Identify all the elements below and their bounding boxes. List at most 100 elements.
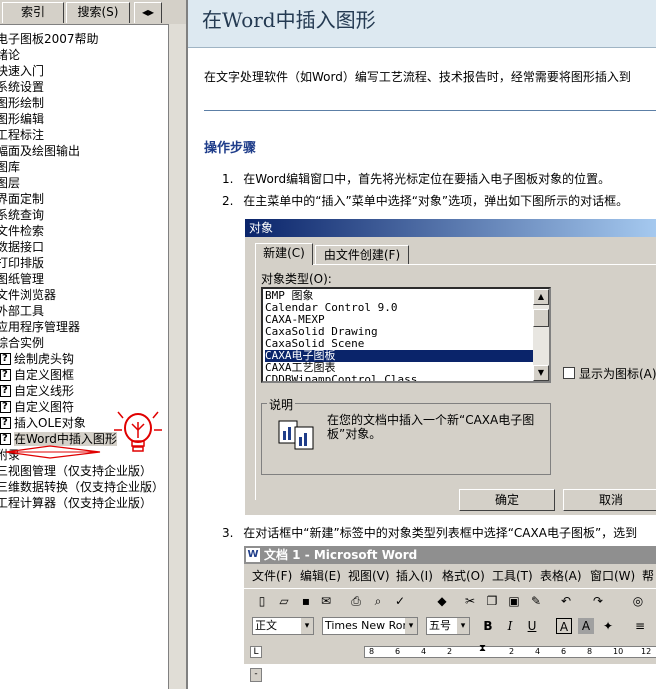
tree-item[interactable]: 应用程序管理器 [0, 319, 80, 335]
scroll-up-icon[interactable]: ▲ [533, 289, 549, 305]
object-type-item[interactable]: CAXA工艺图表 [265, 362, 336, 374]
tree-item[interactable]: 插入OLE对象 [0, 415, 86, 431]
copy-icon[interactable]: ❐ [484, 593, 500, 609]
ok-button[interactable]: 确定 [459, 489, 555, 511]
char-border-button[interactable]: A [556, 618, 572, 634]
research-icon[interactable]: ◆ [434, 593, 450, 609]
open-icon[interactable]: ▱ [276, 593, 292, 609]
align-icon[interactable]: ≡ [632, 618, 648, 634]
tree-item[interactable]: 文件检索 [0, 223, 44, 239]
tree-item-label: 图库 [0, 160, 21, 174]
step-number: 1. [222, 172, 234, 186]
menu-item[interactable]: 视图(V) [348, 566, 390, 586]
tab-new[interactable]: 新建(C) [255, 243, 313, 265]
print-icon[interactable]: ⎙ [348, 593, 364, 609]
menu-item[interactable]: 表格(A) [540, 566, 582, 586]
help-topic-icon [0, 383, 11, 399]
tree-scrollbar[interactable] [168, 24, 186, 689]
tree-item[interactable]: 三维数据转换（仅支持企业版） [0, 479, 164, 495]
menu-item[interactable]: 工具(T) [492, 566, 533, 586]
list-scrollbar[interactable]: ▲ ▼ [533, 289, 549, 381]
email-icon[interactable]: ✉ [318, 593, 334, 609]
object-type-item[interactable]: BMP 图象 [265, 290, 314, 302]
phonetic-guide-icon[interactable]: ✦ [600, 618, 616, 634]
tree-item[interactable]: 外部工具 [0, 303, 44, 319]
help-topic-icon [0, 415, 11, 431]
tree-item[interactable]: 自定义图符 [0, 399, 74, 415]
tree-item-label: 应用程序管理器 [0, 320, 81, 334]
new-doc-icon[interactable]: ▯ [254, 593, 270, 609]
tree-item[interactable]: 文件浏览器 [0, 287, 56, 303]
tab-scroll-arrows[interactable]: ◂▸ [134, 2, 162, 23]
tree-item[interactable]: 系统设置 [0, 79, 44, 95]
undo-icon[interactable]: ↶ [558, 593, 574, 609]
tree-item[interactable]: 图纸管理 [0, 271, 44, 287]
tree-item-label: 自定义线形 [14, 384, 75, 398]
tab-create-from-file[interactable]: 由文件创建(F) [315, 245, 409, 265]
tree-item[interactable]: 系统查询 [0, 207, 44, 223]
tree-item[interactable]: 图库 [0, 159, 20, 175]
tree-item[interactable]: 绪论 [0, 47, 20, 63]
menu-item[interactable]: 格式(O) [442, 566, 485, 586]
tree-item[interactable]: 自定义线形 [0, 383, 74, 399]
object-type-item[interactable]: CDDBWinampControl Class [265, 374, 417, 382]
font-combo[interactable]: Times New Roman [322, 617, 418, 635]
tab-stop-selector[interactable]: L [250, 646, 262, 658]
paste-icon[interactable]: ▣ [506, 593, 522, 609]
display-as-icon-checkbox[interactable] [563, 367, 575, 379]
object-type-item[interactable]: CAXA-MEXP [265, 314, 325, 326]
page-title: 在Word中插入图形 [202, 8, 376, 32]
cancel-button[interactable]: 取消 [563, 489, 656, 511]
char-shading-button[interactable]: A [578, 618, 594, 634]
object-type-item[interactable]: CaxaSolid Scene [265, 338, 364, 350]
tree-item[interactable]: 图层 [0, 175, 20, 191]
bold-button[interactable]: B [480, 618, 496, 634]
object-type-item[interactable]: Calendar Control 9.0 [265, 302, 397, 314]
tree-item[interactable]: 工程计算器（仅支持企业版） [0, 495, 152, 511]
tree-item-label: 快速入门 [0, 64, 45, 78]
scroll-thumb[interactable] [533, 309, 549, 327]
object-type-list[interactable]: CDDBWinampControl Class CAXA工艺图表 CAXA电子图板 C… [261, 287, 551, 383]
tree-item[interactable]: 界面定制 [0, 191, 44, 207]
tree-item[interactable]: 绘制虎头钩 [0, 351, 74, 367]
formatting-toolbar: 正文 Times New Roman 五号 B I U A A ✦ ≡ [244, 614, 656, 638]
menu-item[interactable]: 文件(F) [252, 566, 292, 586]
tree-item[interactable]: 图形绘制 [0, 95, 44, 111]
object-type-item[interactable]: CaxaSolid Drawing [265, 326, 378, 338]
underline-button[interactable]: U [524, 618, 540, 634]
tree-item[interactable]: 打印排版 [0, 255, 44, 271]
format-painter-icon[interactable]: ✎ [528, 593, 544, 609]
tree-item[interactable]: 工程标注 [0, 127, 44, 143]
help-content-pane: 在Word中插入图形 在文字处理软件（如Word）编写工艺流程、技术报告时，经常… [186, 0, 656, 689]
spelling-icon[interactable]: ✓ [392, 593, 408, 609]
tree-item[interactable]: 快速入门 [0, 63, 44, 79]
tab-search[interactable]: 搜索(S) [66, 2, 130, 23]
tree-item[interactable]: 图形编辑 [0, 111, 44, 127]
document-area[interactable]: - [244, 664, 656, 689]
save-icon[interactable]: ▪ [298, 593, 314, 609]
menu-item[interactable]: 窗口(W) [590, 566, 635, 586]
indent-marker-icon[interactable]: ⧗ [479, 643, 486, 654]
tree-item[interactable]: 幅面及绘图输出 [0, 143, 80, 159]
word-title-bar: W 文档 1 - Microsoft Word [244, 546, 656, 564]
tree-item-label: 图形绘制 [0, 96, 45, 110]
tree-item-label: 系统设置 [0, 80, 45, 94]
ruler-bar[interactable]: 8 6 4 2 2 4 6 8 10 12 ⧗ [364, 643, 656, 658]
tree-item[interactable]: 数据接口 [0, 239, 44, 255]
scroll-down-icon[interactable]: ▼ [533, 365, 549, 381]
cut-icon[interactable]: ✂ [462, 593, 478, 609]
italic-button[interactable]: I [502, 618, 518, 634]
font-size-combo[interactable]: 五号 [426, 617, 470, 635]
print-preview-icon[interactable]: ⌕ [370, 593, 386, 609]
menu-item[interactable]: 插入(I) [396, 566, 433, 586]
tree-item[interactable]: 自定义图框 [0, 367, 74, 383]
redo-icon[interactable]: ↷ [590, 593, 606, 609]
tree-item[interactable]: 电子图板2007帮助 [0, 31, 99, 47]
menu-item[interactable]: 帮 [642, 566, 654, 586]
menu-item[interactable]: 编辑(E) [300, 566, 341, 586]
object-type-item[interactable]: CAXA电子图板 [265, 350, 533, 362]
style-combo[interactable]: 正文 [252, 617, 314, 635]
tree-item[interactable]: 综合实例 [0, 335, 44, 351]
hyperlink-icon[interactable]: ◎ [630, 593, 646, 609]
tab-index[interactable]: 索引 [2, 2, 64, 23]
